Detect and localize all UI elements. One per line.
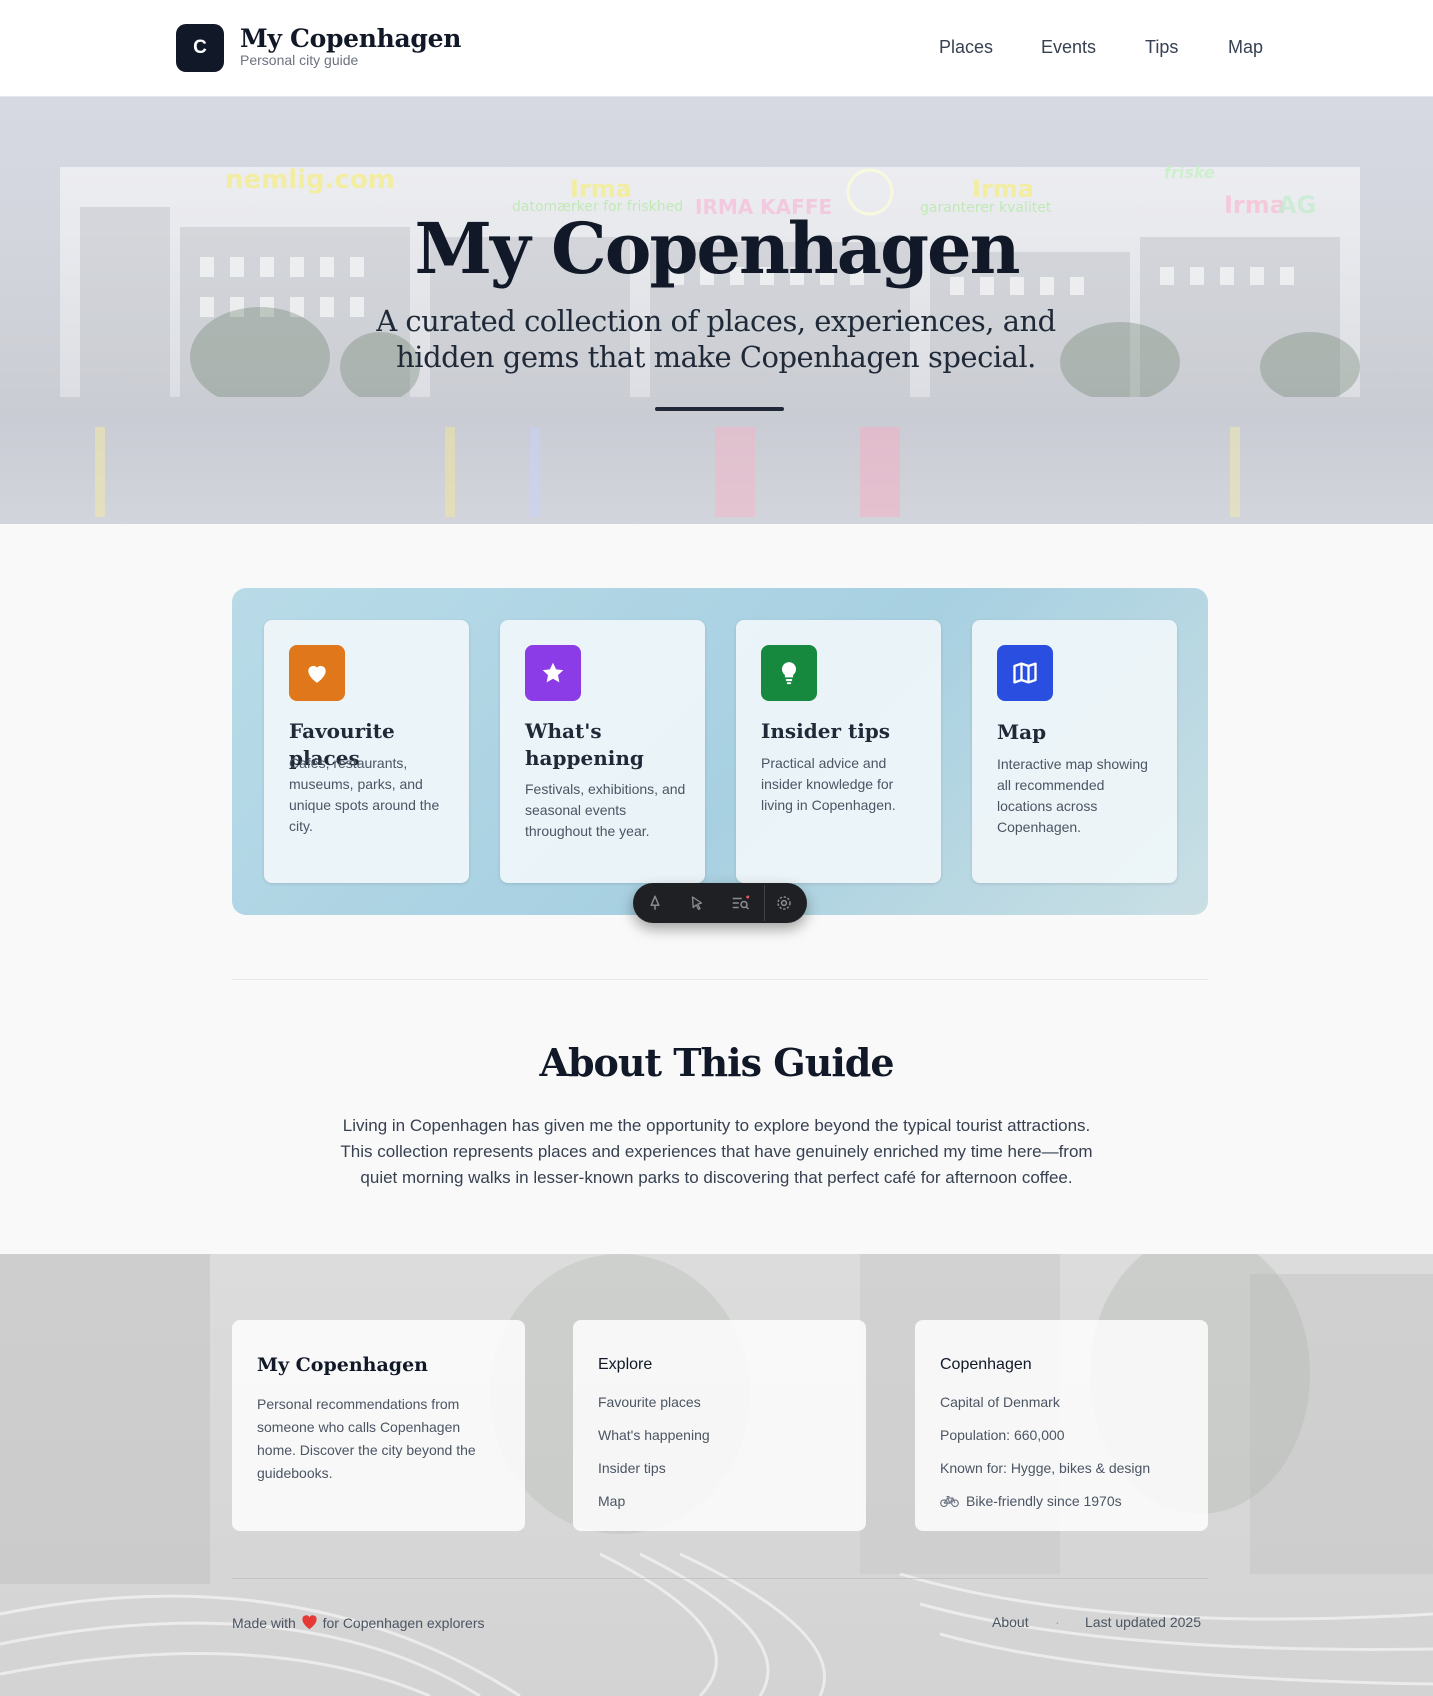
- light-reflection: [95, 427, 105, 517]
- neon-sign: Irma: [972, 175, 1034, 203]
- feature-description: Practical advice and insider knowledge f…: [761, 755, 896, 813]
- feature-title: What's happening: [525, 719, 644, 770]
- neon-sign: friske: [1164, 163, 1215, 182]
- brand-title[interactable]: My Copenhagen: [240, 24, 461, 53]
- floating-toolbar: [633, 883, 807, 923]
- footer-link-whats-happening[interactable]: What's happening: [598, 1427, 710, 1443]
- heart-icon: [289, 645, 345, 701]
- light-reflection: [715, 427, 755, 517]
- feature-card-insider-tips[interactable]: Insider tips Practical advice and inside…: [736, 620, 941, 883]
- feature-description: Cafés, restaurants, museums, parks, and …: [289, 755, 440, 834]
- nav-link-map[interactable]: Map: [1228, 37, 1263, 58]
- map-icon: [997, 645, 1053, 701]
- hero-title: My Copenhagen: [414, 207, 1021, 290]
- feature-card-map[interactable]: Map Interactive map showing all recommen…: [972, 620, 1177, 883]
- footer-card-city: Copenhagen Capital of Denmark Population…: [915, 1320, 1208, 1531]
- hero-section: nemlig.com Irma datomærker for friskhed …: [0, 97, 1433, 524]
- footer-brand-title: My Copenhagen: [257, 1354, 428, 1376]
- lightbulb-icon: [761, 645, 817, 701]
- made-with-suffix: for Copenhagen explorers: [322, 1615, 485, 1631]
- brand-subtitle: Personal city guide: [240, 52, 359, 68]
- city-fact: Capital of Denmark: [940, 1394, 1060, 1410]
- nav-link-tips[interactable]: Tips: [1145, 37, 1178, 58]
- footer-link-insider-tips[interactable]: Insider tips: [598, 1460, 666, 1476]
- light-reflection: [445, 427, 455, 517]
- settings-icon[interactable]: [774, 893, 794, 913]
- nav-link-events[interactable]: Events: [1041, 37, 1096, 58]
- light-reflection: [860, 427, 900, 517]
- toolbar-separator: [764, 885, 765, 921]
- pin-icon[interactable]: [645, 893, 665, 913]
- footer-separator: ·: [1055, 1614, 1060, 1630]
- footer-divider: [232, 1578, 1208, 1579]
- city-fact-text: Bike-friendly since 1970s: [966, 1493, 1122, 1509]
- neon-sign: nemlig.com: [225, 165, 395, 195]
- footer-card-brand: My Copenhagen Personal recommendations f…: [232, 1320, 525, 1531]
- feature-description: Interactive map showing all recommended …: [997, 756, 1148, 835]
- site-footer: My Copenhagen Personal recommendations f…: [0, 1254, 1433, 1696]
- city-fact-bike: Bike-friendly since 1970s: [940, 1493, 1122, 1509]
- search-list-icon[interactable]: [731, 893, 751, 913]
- star-icon: [525, 645, 581, 701]
- footer-explore-title: Explore: [598, 1356, 653, 1373]
- hero-subtitle: A curated collection of places, experien…: [376, 304, 1056, 374]
- section-divider: [232, 979, 1208, 980]
- heart-icon: [302, 1615, 317, 1630]
- last-updated: Last updated 2025: [1085, 1614, 1201, 1630]
- feature-card-favourite-places[interactable]: Favourite places Cafés, restaurants, mus…: [264, 620, 469, 883]
- footer-card-explore: Explore Favourite places What's happenin…: [573, 1320, 866, 1531]
- made-with-prefix: Made with: [232, 1615, 296, 1631]
- city-fact: Population: 660,000: [940, 1427, 1065, 1443]
- site-header: C My Copenhagen Personal city guide Plac…: [0, 0, 1433, 97]
- feature-title: Map: [997, 720, 1047, 744]
- hero-divider: [655, 407, 784, 411]
- about-text: Living in Copenhagen has given me the op…: [340, 1116, 1093, 1187]
- footer-brand-text: Personal recommendations from someone wh…: [257, 1396, 476, 1481]
- cursor-icon[interactable]: [687, 893, 707, 913]
- features-panel: Favourite places Cafés, restaurants, mus…: [232, 588, 1208, 915]
- light-reflection: [1230, 427, 1240, 517]
- footer-credit: Made with for Copenhagen explorers: [232, 1614, 484, 1631]
- feature-title: Insider tips: [761, 719, 891, 743]
- footer-link-map[interactable]: Map: [598, 1493, 625, 1509]
- light-reflection: [530, 427, 540, 517]
- about-title: About This Guide: [539, 1040, 894, 1085]
- footer-link-favourite-places[interactable]: Favourite places: [598, 1394, 701, 1410]
- footer-city-title: Copenhagen: [940, 1356, 1032, 1373]
- bicycle-icon: [940, 1496, 959, 1508]
- feature-description: Festivals, exhibitions, and seasonal eve…: [525, 781, 686, 839]
- city-fact: Known for: Hygge, bikes & design: [940, 1460, 1151, 1476]
- feature-card-whats-happening[interactable]: What's happening Festivals, exhibitions,…: [500, 620, 705, 883]
- footer-about-link[interactable]: About: [992, 1614, 1029, 1630]
- logo-badge[interactable]: C: [176, 24, 224, 72]
- nav-link-places[interactable]: Places: [939, 37, 993, 58]
